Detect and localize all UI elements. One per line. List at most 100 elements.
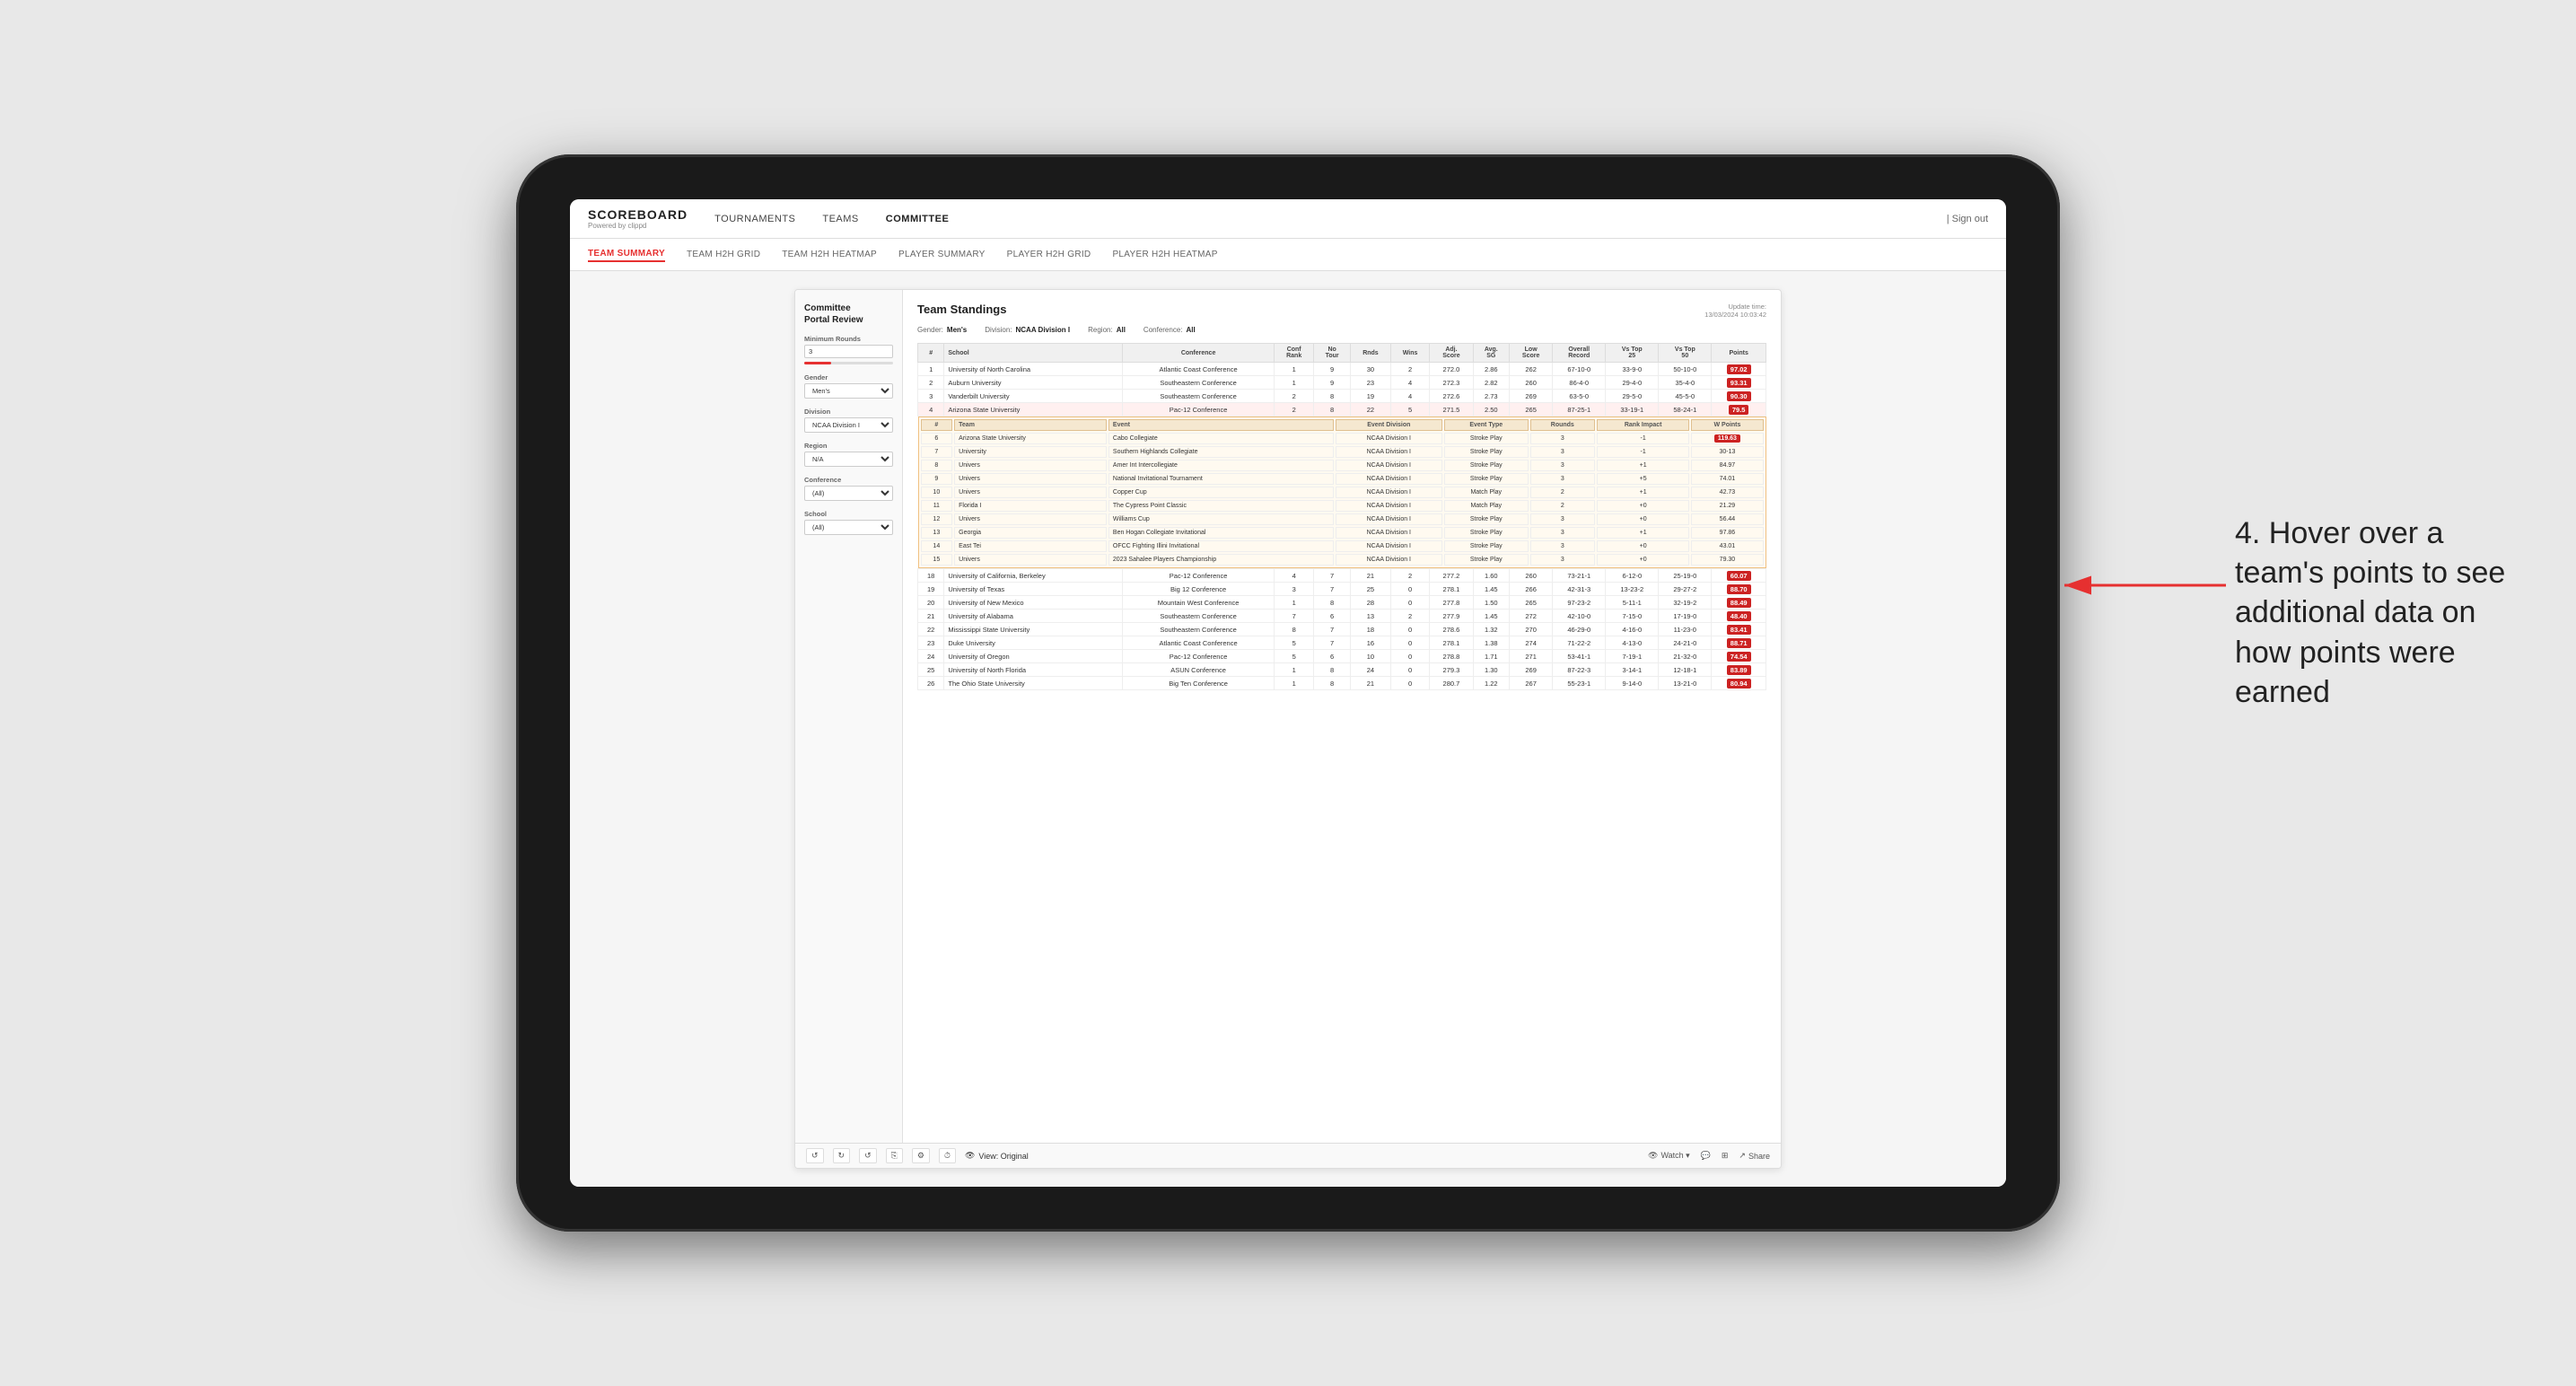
cell-points-highlighted[interactable]: 79.5 bbox=[1712, 403, 1766, 417]
cell-avg-sg: 1.45 bbox=[1473, 583, 1510, 596]
points-badge[interactable]: 80.94 bbox=[1727, 679, 1751, 689]
cell-points[interactable]: 60.07 bbox=[1712, 569, 1766, 583]
cell-points[interactable]: 83.89 bbox=[1712, 663, 1766, 677]
report-container: CommitteePortal Review Minimum Rounds bbox=[570, 271, 2006, 1187]
undo-button[interactable]: ↺ bbox=[806, 1148, 824, 1163]
exp-th-type: Event Type bbox=[1444, 419, 1529, 431]
points-badge-highlighted[interactable]: 79.5 bbox=[1729, 405, 1749, 415]
exp-cell-team: Georgia bbox=[954, 527, 1107, 539]
cell-rnds: 18 bbox=[1351, 623, 1391, 636]
table-row: 19 University of Texas Big 12 Conference… bbox=[918, 583, 1766, 596]
table-row: 26 The Ohio State University Big Ten Con… bbox=[918, 677, 1766, 690]
points-badge[interactable]: 60.07 bbox=[1727, 571, 1751, 581]
points-badge[interactable]: 88.70 bbox=[1727, 584, 1751, 594]
points-badge[interactable]: 83.89 bbox=[1727, 665, 1751, 675]
layout-button[interactable]: ⊞ bbox=[1722, 1151, 1729, 1161]
points-badge[interactable]: 88.49 bbox=[1727, 598, 1751, 608]
cell-overall: 73-21-1 bbox=[1553, 569, 1606, 583]
cell-school: University of North Florida bbox=[944, 663, 1123, 677]
cell-conference: Pac-12 Conference bbox=[1123, 403, 1275, 417]
exp-cell-type: Stroke Play bbox=[1444, 473, 1529, 485]
cell-conference: Southeastern Conference bbox=[1123, 623, 1275, 636]
sub-nav: TEAM SUMMARY TEAM H2H GRID TEAM H2H HEAT… bbox=[570, 239, 2006, 271]
filter-conference-value: All bbox=[1187, 326, 1196, 334]
exp-cell-type: Stroke Play bbox=[1444, 527, 1529, 539]
division-select[interactable]: NCAA Division I NCAA Division II NCAA Di… bbox=[804, 417, 893, 433]
cell-vs25: 3-14-1 bbox=[1606, 663, 1659, 677]
min-rounds-input[interactable] bbox=[804, 345, 893, 358]
table-row: 18 University of California, Berkeley Pa… bbox=[918, 569, 1766, 583]
redo-button[interactable]: ↻ bbox=[833, 1148, 851, 1163]
slider-container[interactable] bbox=[804, 362, 893, 364]
exp-cell-type: Stroke Play bbox=[1444, 554, 1529, 566]
conference-select[interactable]: (All) bbox=[804, 486, 893, 501]
exp-cell-points: 119.63 bbox=[1691, 433, 1763, 444]
cell-conference: Southeastern Conference bbox=[1123, 610, 1275, 623]
subnav-team-h2h-heatmap[interactable]: TEAM H2H HEATMAP bbox=[782, 248, 877, 261]
exp-th-rank: # bbox=[921, 419, 953, 431]
view-selector[interactable]: 👁 View: Original bbox=[965, 1151, 1029, 1161]
gender-select[interactable]: Men's Women's bbox=[804, 383, 893, 399]
th-no-tour: NoTour bbox=[1314, 344, 1351, 363]
main-content: CommitteePortal Review Minimum Rounds bbox=[570, 271, 2006, 1187]
nav-tournaments[interactable]: TOURNAMENTS bbox=[714, 210, 795, 228]
exp-cell-rounds: 3 bbox=[1530, 540, 1595, 552]
settings-button[interactable]: ⚙ bbox=[912, 1148, 930, 1163]
region-select[interactable]: N/A All bbox=[804, 452, 893, 467]
cell-points[interactable]: 48.40 bbox=[1712, 610, 1766, 623]
sidebar-title: CommitteePortal Review bbox=[804, 303, 893, 326]
exp-cell-points: 21.29 bbox=[1691, 500, 1763, 512]
cell-rank: 22 bbox=[918, 623, 944, 636]
subnav-player-summary[interactable]: PLAYER SUMMARY bbox=[898, 248, 986, 261]
cell-vs50: 12-18-1 bbox=[1659, 663, 1712, 677]
share-button[interactable]: ↗ Share bbox=[1739, 1151, 1770, 1161]
watch-button[interactable]: 👁 Watch ▾ bbox=[1648, 1151, 1690, 1161]
cell-points[interactable]: 90.30 bbox=[1712, 390, 1766, 403]
exp-cell-rank-impact: +0 bbox=[1597, 513, 1689, 525]
report-header-row: Team Standings Update time:13/03/2024 10… bbox=[917, 303, 1766, 319]
points-badge[interactable]: 97.02 bbox=[1727, 364, 1751, 374]
share-icon: ↗ bbox=[1739, 1151, 1746, 1161]
exp-cell-rank-impact: +1 bbox=[1597, 460, 1689, 471]
th-school: School bbox=[944, 344, 1123, 363]
school-select[interactable]: (All) bbox=[804, 520, 893, 535]
cell-points[interactable]: 97.02 bbox=[1712, 363, 1766, 376]
share-label: Share bbox=[1748, 1152, 1770, 1161]
points-badge[interactable]: 83.41 bbox=[1727, 625, 1751, 635]
points-badge[interactable]: 93.31 bbox=[1727, 378, 1751, 388]
subnav-team-h2h-grid[interactable]: TEAM H2H GRID bbox=[687, 248, 760, 261]
points-badge[interactable]: 88.71 bbox=[1727, 638, 1751, 648]
copy-button[interactable]: ⎘ bbox=[886, 1148, 903, 1163]
filter-division: Division: NCAA Division I bbox=[985, 326, 1070, 334]
subnav-team-summary[interactable]: TEAM SUMMARY bbox=[588, 247, 665, 262]
cell-points[interactable]: 88.70 bbox=[1712, 583, 1766, 596]
cell-conf-rank: 1 bbox=[1275, 363, 1314, 376]
subnav-player-h2h-grid[interactable]: PLAYER H2H GRID bbox=[1007, 248, 1091, 261]
exp-cell-points: 97.86 bbox=[1691, 527, 1763, 539]
sidebar-label-school: School bbox=[804, 510, 893, 518]
reset-button[interactable]: ↺ bbox=[859, 1148, 877, 1163]
table-header-row: # School Conference ConfRank NoTour Rnds… bbox=[918, 344, 1766, 363]
sidebar-section-rounds: Minimum Rounds bbox=[804, 335, 893, 364]
nav-committee[interactable]: COMMITTEE bbox=[886, 210, 950, 228]
cell-points[interactable]: 88.71 bbox=[1712, 636, 1766, 650]
points-badge[interactable]: 74.54 bbox=[1727, 652, 1751, 662]
cell-points[interactable]: 74.54 bbox=[1712, 650, 1766, 663]
points-badge[interactable]: 48.40 bbox=[1727, 611, 1751, 621]
cell-points[interactable]: 88.49 bbox=[1712, 596, 1766, 610]
filter-conference: Conference: All bbox=[1143, 326, 1196, 334]
cell-points[interactable]: 80.94 bbox=[1712, 677, 1766, 690]
nav-teams[interactable]: TEAMS bbox=[822, 210, 858, 228]
points-badge[interactable]: 90.30 bbox=[1727, 391, 1751, 401]
timer-button[interactable]: ⏱ bbox=[939, 1148, 956, 1163]
comment-button[interactable]: 💬 bbox=[1701, 1151, 1711, 1161]
sign-out[interactable]: | Sign out bbox=[1947, 214, 1988, 224]
cell-points[interactable]: 83.41 bbox=[1712, 623, 1766, 636]
cell-conf-rank: 4 bbox=[1275, 569, 1314, 583]
table-row: 24 University of Oregon Pac-12 Conferenc… bbox=[918, 650, 1766, 663]
sidebar-section-school: School (All) bbox=[804, 510, 893, 535]
cell-conference: Southeastern Conference bbox=[1123, 376, 1275, 390]
subnav-player-h2h-heatmap[interactable]: PLAYER H2H HEATMAP bbox=[1112, 248, 1217, 261]
cell-points[interactable]: 93.31 bbox=[1712, 376, 1766, 390]
exp-cell-division: NCAA Division I bbox=[1336, 446, 1442, 458]
